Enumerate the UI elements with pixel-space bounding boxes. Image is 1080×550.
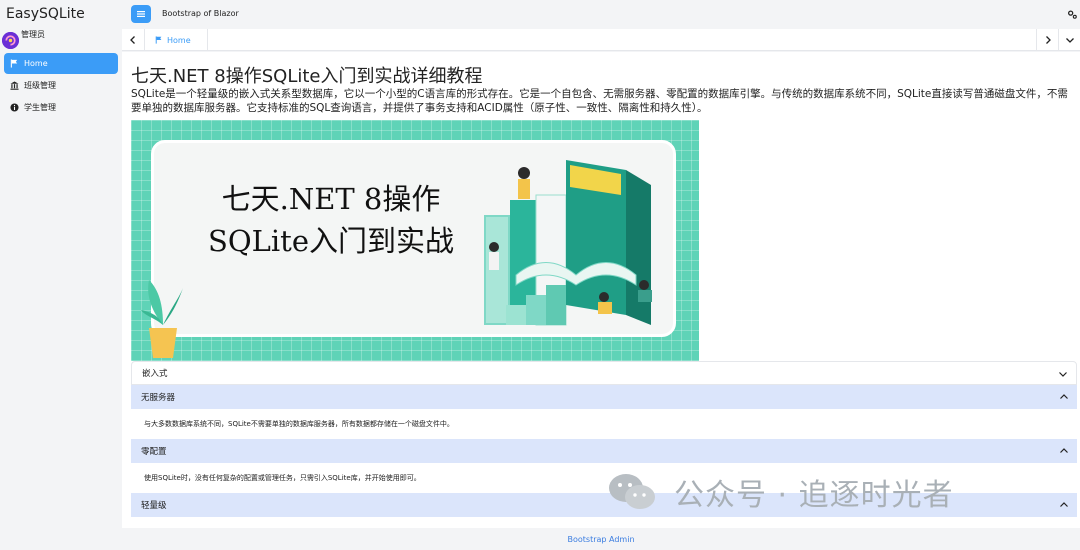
- accordion-title: 无服务器: [141, 393, 176, 403]
- wechat-icon: [609, 474, 655, 509]
- accordion-item-embedded: 嵌入式: [131, 361, 1077, 385]
- books-illustration-icon: [484, 160, 652, 326]
- sidebar-item-home[interactable]: Home: [4, 53, 118, 74]
- accordion-item-serverless: 无服务器 与大多数数据库系统不同，SQLite不需要单独的数据库服务器，所有数据…: [131, 385, 1077, 439]
- tab-menu-button[interactable]: [1058, 29, 1080, 51]
- avatar-logo-icon: [2, 32, 19, 49]
- banner-text: 七天.NET 8操作 SQLite入门到实战: [191, 178, 471, 262]
- footer-link[interactable]: Bootstrap Admin: [567, 535, 634, 544]
- accordion-title: 零配置: [141, 447, 167, 457]
- chevron-right-icon: [1045, 36, 1051, 44]
- sidebar-item-label: 学生管理: [24, 103, 56, 112]
- banner-line-2: SQLite入门到实战: [208, 224, 454, 258]
- banner-line-1: 七天.NET 8操作: [221, 182, 441, 216]
- wechat-watermark: 公众号 · 追逐时光者: [608, 470, 954, 514]
- page-title: 七天.NET 8操作SQLite入门到实战详细教程: [131, 66, 483, 87]
- sidebar-item-label: 班级管理: [24, 81, 56, 90]
- tab-actions: [1036, 29, 1080, 51]
- chevron-down-icon: [1059, 372, 1067, 377]
- info-circle-icon: [10, 103, 19, 112]
- sidebar-item-students[interactable]: 学生管理: [4, 97, 118, 118]
- accordion-title: 嵌入式: [142, 369, 168, 379]
- gears-icon[interactable]: [1067, 9, 1078, 20]
- main-content: 七天.NET 8操作SQLite入门到实战详细教程 SQLite是一个轻量级的嵌…: [122, 52, 1080, 528]
- sidebar-item-classes[interactable]: 班级管理: [4, 75, 118, 96]
- plant-pot-icon: [141, 280, 183, 358]
- hamburger-icon: [137, 11, 145, 17]
- tab-label: Home: [167, 35, 191, 45]
- accordion-title: 轻量级: [141, 501, 167, 511]
- course-banner-image: 七天.NET 8操作 SQLite入门到实战: [131, 120, 699, 361]
- building-icon: [10, 81, 19, 90]
- avatar: [2, 32, 19, 49]
- brand-title[interactable]: EasySQLite: [6, 6, 85, 22]
- topbar: Bootstrap of Blazor: [122, 0, 1080, 29]
- chevron-down-icon: [1065, 38, 1074, 43]
- tab-scroll-left-button[interactable]: [122, 29, 144, 51]
- sidebar: EasySQLite 管理员 Home 班级管理 学生管理: [0, 0, 122, 550]
- tab-home[interactable]: Home: [144, 29, 208, 51]
- accordion-header-serverless[interactable]: 无服务器: [131, 385, 1077, 409]
- chevron-up-icon: [1060, 394, 1068, 399]
- user-info[interactable]: 管理员: [2, 29, 45, 49]
- footer: Bootstrap Admin: [122, 528, 1080, 550]
- tab-scroll-right-button[interactable]: [1036, 29, 1058, 51]
- chevron-up-icon: [1060, 502, 1068, 507]
- chevron-left-icon: [130, 36, 135, 44]
- watermark-text: 公众号 · 追逐时光者: [674, 478, 954, 513]
- intro-paragraph: SQLite是一个轻量级的嵌入式关系型数据库，它以一个小型的C语言库的形式存在。…: [131, 88, 1068, 114]
- user-name: 管理员: [21, 30, 45, 39]
- accordion-header-zero-config[interactable]: 零配置: [131, 439, 1077, 463]
- accordion-header-embedded[interactable]: 嵌入式: [131, 361, 1077, 385]
- sidebar-nav: Home 班级管理 学生管理: [4, 53, 118, 119]
- accordion-body-serverless: 与大多数数据库系统不同，SQLite不需要单独的数据库服务器，所有数据都存储在一…: [131, 409, 1077, 439]
- app-title: Bootstrap of Blazor: [162, 9, 239, 18]
- sidebar-item-label: Home: [24, 59, 48, 68]
- flag-icon: [10, 59, 19, 68]
- chevron-up-icon: [1060, 448, 1068, 453]
- menu-toggle-button[interactable]: [131, 5, 151, 23]
- tab-bar: Home: [122, 29, 1080, 51]
- flag-icon: [155, 36, 162, 44]
